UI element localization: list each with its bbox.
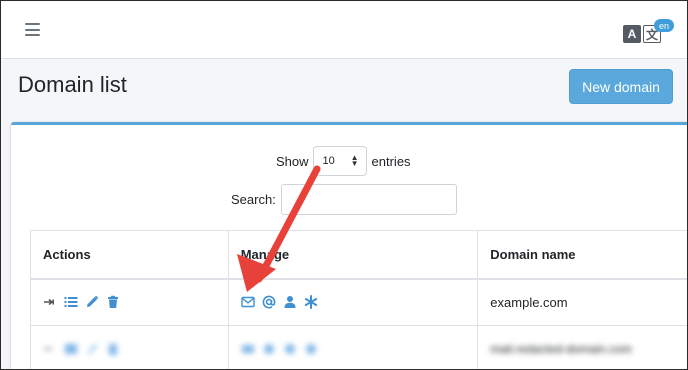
asterisk-icon[interactable] <box>304 295 318 310</box>
trash-icon[interactable] <box>106 295 120 309</box>
search-label: Search: <box>231 192 276 207</box>
top-navbar: A 文 en <box>1 1 687 59</box>
at-sign-icon[interactable] <box>262 342 276 356</box>
domain-name-cell: mail.redacted-domain.com <box>477 325 687 369</box>
column-header-manage[interactable]: Manage <box>227 230 479 280</box>
edit-pencil-icon[interactable] <box>85 342 99 356</box>
column-header-actions[interactable]: Actions <box>30 230 229 280</box>
show-label: Show <box>276 153 309 169</box>
search-control: Search: <box>231 184 457 215</box>
list-icon[interactable] <box>64 295 78 309</box>
page-title: Domain list <box>18 72 127 97</box>
list-icon[interactable] <box>64 342 78 356</box>
entries-select[interactable]: 10 ▲ ▼ <box>312 146 367 176</box>
manage-cell <box>227 325 479 369</box>
user-icon[interactable] <box>283 295 297 309</box>
at-sign-icon[interactable] <box>262 295 276 309</box>
hamburger-menu-icon[interactable] <box>25 23 40 36</box>
expand-icon[interactable] <box>43 342 57 356</box>
trash-icon[interactable] <box>106 342 120 356</box>
domain-name-cell: example.com <box>477 278 687 326</box>
manage-cell <box>227 278 479 326</box>
entries-label: entries <box>371 153 411 169</box>
language-a-icon: A <box>623 25 641 43</box>
entries-value: 10 <box>322 155 335 167</box>
envelope-icon[interactable] <box>241 342 255 356</box>
search-input[interactable] <box>280 184 457 215</box>
edit-pencil-icon[interactable] <box>85 295 99 309</box>
language-switcher[interactable]: A 文 en <box>623 17 677 47</box>
table-row: mail.redacted-domain.com <box>30 325 687 369</box>
entries-length-control: Show 10 ▲ ▼ entries <box>276 146 411 176</box>
expand-icon[interactable] <box>43 295 57 309</box>
actions-cell <box>30 278 229 326</box>
app-frame: A 文 en Domain list New domain Show 10 ▲ ▼… <box>0 0 688 370</box>
domain-table: Actions Manage Domain name example.com m… <box>30 230 687 369</box>
column-header-domain-name[interactable]: Domain name <box>477 230 687 280</box>
language-badge: en <box>654 19 674 32</box>
user-icon[interactable] <box>283 342 297 356</box>
new-domain-button[interactable]: New domain <box>569 69 673 104</box>
asterisk-icon[interactable] <box>304 342 318 356</box>
envelope-icon[interactable] <box>241 295 255 309</box>
table-row: example.com <box>30 278 687 326</box>
select-updown-icon: ▲ ▼ <box>350 153 359 168</box>
actions-cell <box>30 325 229 369</box>
table-header-row: Actions Manage Domain name <box>30 230 687 280</box>
